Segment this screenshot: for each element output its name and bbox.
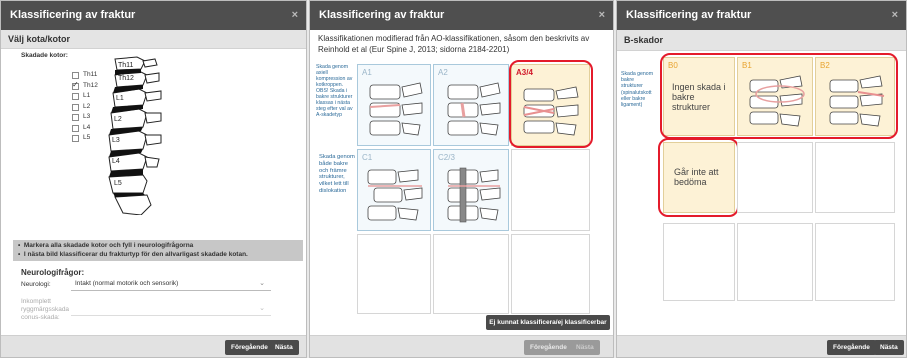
b-injuries-panel: Klassificering av fraktur × B-skador Ska… — [616, 0, 907, 358]
chevron-down-icon: ⌄ — [259, 280, 265, 287]
panel-title: Klassificering av fraktur — [10, 9, 136, 21]
neurology-select[interactable]: Intakt (normal motorik och sensorik) ⌄ — [71, 278, 271, 291]
tile-label: A2 — [438, 68, 448, 77]
spine-illustration — [367, 169, 423, 221]
close-icon[interactable]: × — [292, 1, 298, 30]
panel-titlebar: Klassificering av fraktur × — [617, 1, 906, 30]
neurology-title: Neurologifrågor: — [21, 268, 85, 277]
tile-label: C1 — [362, 153, 373, 162]
empty-tile — [357, 234, 431, 314]
row-b-description: Skada genom bakre strukturer (spinalutsk… — [621, 71, 654, 109]
previous-button[interactable]: Föregående — [827, 340, 876, 355]
unclassifiable-button[interactable]: Ej kunnat klassificera/ej klassificerbar — [486, 315, 610, 330]
next-button[interactable]: Nästa — [269, 340, 299, 355]
instruction-text-1: Markera alla skadade kotor och fyll i ne… — [23, 242, 194, 249]
empty-tile — [511, 234, 590, 314]
chevron-down-icon: ⌄ — [259, 305, 265, 312]
selection-highlight — [658, 138, 739, 217]
spine-diagram-label: Th12 — [118, 75, 134, 82]
fracture-tile-a1[interactable]: A1 — [357, 64, 431, 146]
panel-titlebar: Klassificering av fraktur × — [1, 1, 306, 30]
spine-illustration — [369, 82, 423, 136]
panel-footer: Föregående Nästa — [617, 335, 906, 357]
close-icon[interactable]: × — [599, 1, 605, 30]
spine-diagram-label: L2 — [114, 116, 122, 123]
section-title: B-skador — [617, 30, 906, 51]
vertebra-checkbox-th12[interactable] — [72, 80, 79, 90]
empty-tile — [815, 142, 895, 213]
vertebra-label: L3 — [83, 113, 91, 120]
selection-highlight — [660, 53, 898, 139]
previous-button[interactable]: Föregående — [524, 340, 573, 355]
incomplete-label-line-1: Inkomplett — [21, 298, 51, 305]
spine-illustration — [447, 82, 501, 136]
spine-diagram-label: Th11 — [118, 62, 134, 69]
empty-tile — [663, 223, 735, 301]
incomplete-injury-select[interactable]: ⌄ — [71, 303, 271, 316]
empty-tile — [737, 223, 813, 301]
close-icon[interactable]: × — [892, 1, 898, 30]
vertebra-label: L5 — [83, 134, 91, 141]
vertebra-checkbox-l3[interactable] — [72, 114, 79, 121]
fracture-type-panel: Klassificering av fraktur × Klassifikati… — [309, 0, 614, 358]
tile-label: C2/3 — [438, 153, 455, 162]
instruction-line-2: • I nästa bild klassificerar du frakturt… — [18, 251, 248, 258]
tile-label: A1 — [362, 68, 372, 77]
vertebra-label: L4 — [83, 123, 91, 131]
incomplete-label-line-2: ryggmärgsskada — [21, 306, 70, 313]
instruction-line-1: • Markera alla skadade kotor och fyll i … — [18, 242, 194, 249]
instruction-text-2: I nästa bild klassificerar du frakturtyp… — [23, 251, 248, 258]
vertebra-label: L1 — [83, 92, 91, 99]
spine-diagram-label: L4 — [112, 158, 120, 165]
spine-illustration — [447, 167, 501, 223]
spine-diagram-label: L5 — [114, 180, 122, 187]
spine-diagram-label: L1 — [116, 95, 124, 102]
row-c-description: Skada genom både bakre och främre strukt… — [319, 154, 355, 194]
neurology-select-value: Intakt (normal motorik och sensorik) — [75, 280, 179, 287]
panel-titlebar: Klassificering av fraktur × — [310, 1, 613, 30]
empty-tile — [737, 142, 813, 213]
previous-button[interactable]: Föregående — [225, 340, 274, 355]
vertebra-label: L2 — [83, 102, 91, 110]
empty-tile — [511, 149, 590, 231]
next-button[interactable]: Nästa — [570, 340, 600, 355]
vertebra-checkbox-l2[interactable] — [72, 103, 79, 111]
empty-tile — [433, 234, 509, 314]
vertebra-checkbox-l5[interactable] — [72, 135, 79, 142]
panel-title: Klassificering av fraktur — [319, 9, 445, 21]
vertebra-checkbox-l4[interactable] — [72, 124, 79, 132]
vertebra-checkbox-l1[interactable] — [72, 93, 79, 100]
fracture-tile-a2[interactable]: A2 — [433, 64, 509, 146]
row-a-description: Skada genom axiell kompression av kotkro… — [316, 64, 353, 118]
incomplete-injury-label: Inkomplett ryggmärgsskada conus-skada: — [21, 298, 69, 322]
vertebra-selection-panel: Klassificering av fraktur × Välj kota/ko… — [0, 0, 307, 358]
panel-title: Klassificering av fraktur — [626, 9, 752, 21]
next-button[interactable]: Nästa — [874, 340, 904, 355]
instruction-box: • Markera alla skadade kotor och fyll i … — [13, 240, 303, 261]
spine-diagram-label: L3 — [112, 137, 120, 144]
vertebra-checkbox-th11[interactable] — [72, 72, 79, 79]
fracture-tile-c2-3[interactable]: C2/3 — [433, 149, 509, 231]
incomplete-label-line-3: conus-skada: — [21, 314, 60, 321]
fracture-tile-c1[interactable]: C1 — [357, 149, 431, 231]
panel-footer: Föregående Nästa — [310, 335, 613, 357]
injured-vertebrae-label: Skadade kotor: — [21, 52, 68, 59]
classification-intro: Klassifikationen modifierad från AO-klas… — [318, 34, 590, 54]
selection-highlight — [509, 60, 593, 148]
section-title: Välj kota/kotor — [1, 30, 306, 49]
empty-tile — [815, 223, 895, 301]
panel-footer: Föregående Nästa — [1, 335, 306, 357]
neurology-label: Neurologi: — [21, 281, 51, 288]
